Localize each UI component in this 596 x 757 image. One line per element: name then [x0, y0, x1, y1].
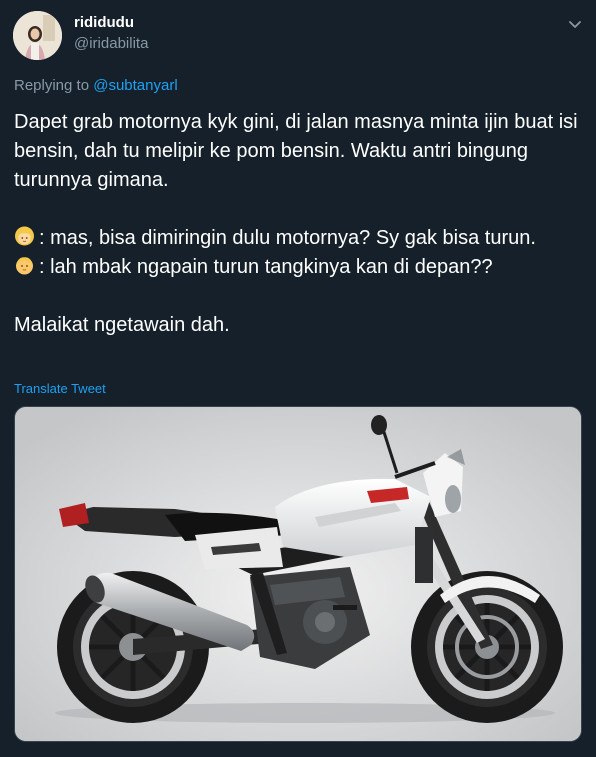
tweet-paragraph-4: Malaikat ngetawain dah.	[14, 314, 230, 336]
tweet-line-man: : lah mbak ngapain turun tangkinya kan d…	[39, 256, 493, 278]
avatar[interactable]	[13, 11, 62, 60]
display-name[interactable]: rididudu	[74, 14, 134, 31]
tweet-paragraph-1: Dapet grab motornya kyk gini, di jalan m…	[14, 111, 578, 191]
user-handle[interactable]: @iridabilita	[74, 35, 148, 52]
reply-mention-link[interactable]: @subtanyarl	[93, 77, 177, 94]
reply-context: Replying to @subtanyarl	[14, 77, 178, 94]
reply-prefix: Replying to	[14, 77, 90, 94]
tweet-line-woman: : mas, bisa dimiringin dulu motornya? Sy…	[39, 227, 536, 249]
tweet-paragraph-3: : lah mbak ngapain turun tangkinya kan d…	[14, 253, 584, 282]
translate-tweet-link[interactable]: Translate Tweet	[14, 381, 106, 396]
chevron-down-icon[interactable]	[565, 14, 585, 34]
man-emoji-icon	[14, 255, 35, 276]
tweet-text: Dapet grab motornya kyk gini, di jalan m…	[14, 108, 584, 340]
tweet-paragraph-2: : mas, bisa dimiringin dulu motornya? Sy…	[14, 224, 584, 253]
tweet: rididudu @iridabilita Replying to @subta…	[0, 0, 596, 757]
tweet-photo[interactable]	[14, 406, 582, 742]
avatar-image	[13, 11, 62, 60]
woman-emoji-icon	[14, 226, 35, 247]
motorcycle-image	[15, 407, 581, 741]
